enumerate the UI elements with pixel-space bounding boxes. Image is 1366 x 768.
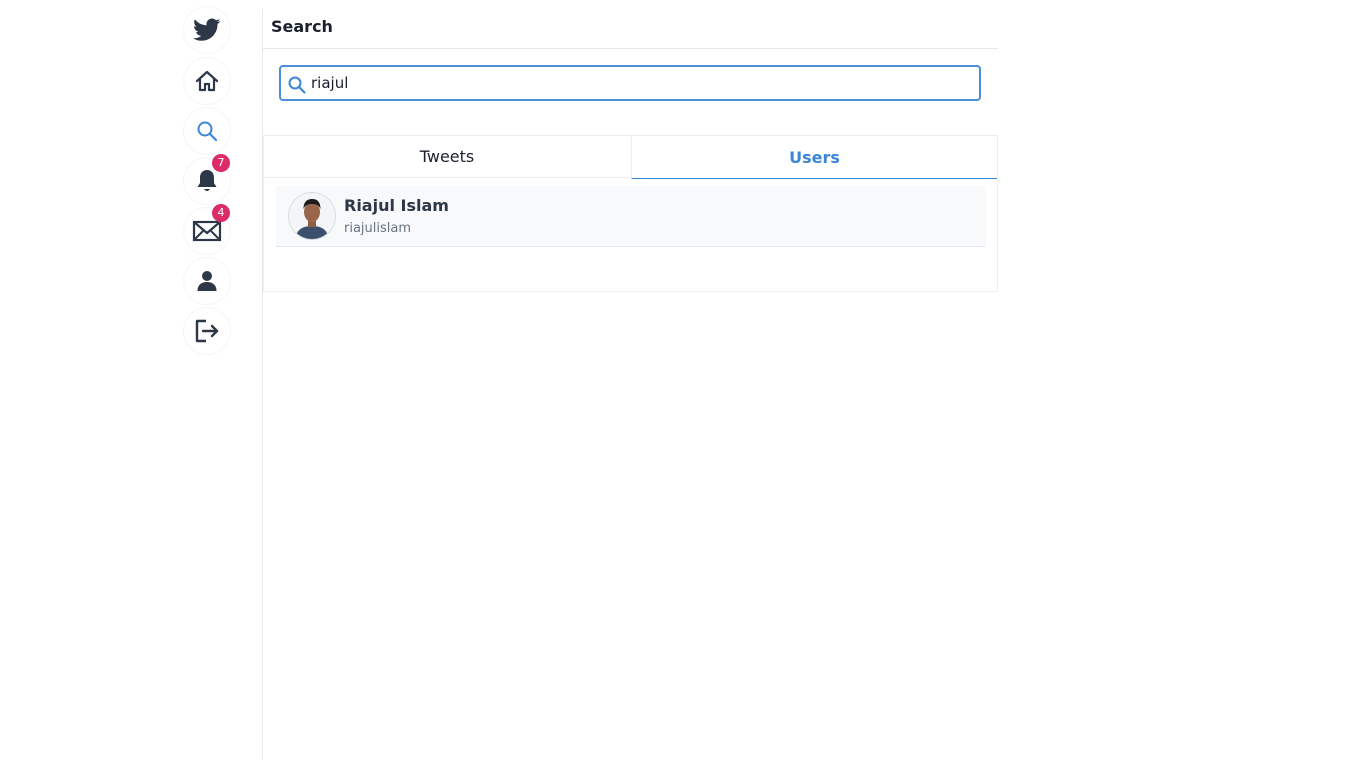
home-icon bbox=[194, 69, 220, 93]
results-panel: Tweets Users Riajul Islam riajulislam bbox=[263, 135, 998, 292]
page-title: Search bbox=[271, 17, 333, 36]
nav-logout[interactable] bbox=[184, 308, 230, 354]
bell-icon bbox=[195, 168, 219, 194]
user-name: Riajul Islam bbox=[344, 196, 449, 215]
search-icon bbox=[287, 75, 307, 99]
messages-badge: 4 bbox=[212, 204, 230, 222]
result-tabs: Tweets Users bbox=[264, 136, 997, 179]
nav-home[interactable] bbox=[184, 58, 230, 104]
avatar[interactable] bbox=[288, 192, 336, 240]
notifications-badge: 7 bbox=[212, 154, 230, 172]
page-header: Search bbox=[263, 0, 998, 49]
nav-search[interactable] bbox=[184, 108, 230, 154]
sidebar-divider bbox=[262, 9, 263, 760]
search-box[interactable] bbox=[279, 65, 981, 101]
logout-icon bbox=[194, 318, 220, 344]
twitter-bird-icon bbox=[193, 18, 221, 42]
nav-logo[interactable] bbox=[184, 7, 230, 53]
search-input[interactable] bbox=[311, 70, 961, 96]
nav-notifications[interactable]: 7 bbox=[184, 154, 230, 204]
user-handle: riajulislam bbox=[344, 221, 412, 236]
user-result-row[interactable]: Riajul Islam riajulislam bbox=[276, 186, 986, 247]
search-icon bbox=[195, 119, 219, 143]
nav-profile[interactable] bbox=[184, 258, 230, 304]
tab-users[interactable]: Users bbox=[631, 136, 997, 179]
sidebar: 7 4 bbox=[0, 0, 262, 760]
nav-messages[interactable]: 4 bbox=[184, 204, 230, 254]
envelope-icon bbox=[192, 219, 222, 243]
user-icon bbox=[195, 269, 219, 293]
tab-tweets[interactable]: Tweets bbox=[264, 136, 630, 178]
